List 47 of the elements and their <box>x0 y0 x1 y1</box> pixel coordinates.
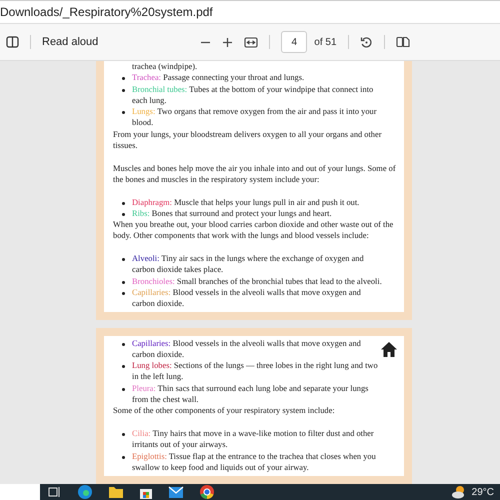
paragraph: Some of the other components of your respiratory system include: <box>113 405 336 417</box>
bullet-icon <box>122 365 125 368</box>
bullet-icon <box>122 432 125 436</box>
bullet-icon <box>122 111 125 114</box>
zoom-in-icon[interactable] <box>222 36 234 48</box>
paragraph: When you breathe out, your blood carries carbon dioxide and other waste out of the body. Other components that work with the lungs and blood vessels include: <box>113 219 394 242</box>
list-item-text: Diaphragm: Muscle that helps your lungs pull in air and push it out. <box>132 196 360 208</box>
list-item-text: Lungs: Two organs that remove oxygen from the air and pass it into your blood. <box>132 106 378 129</box>
list-item-text: Ribs: Bones that surround and protect your lungs and heart. <box>132 208 333 220</box>
address-url[interactable]: Downloads/_Respiratory%20system.pdf <box>0 5 213 19</box>
task-view-icon[interactable] <box>48 485 62 499</box>
list-item-text: Cilia: Tiny hairs that move in a wave-like motion to filter dust and other irritants out of your airways. <box>132 428 375 450</box>
mail-icon[interactable] <box>168 486 184 498</box>
list-item-text: Epiglottis: Tissue flap at the entrance to the trachea that closes when you swallow to keep food and liquids out of your airway. <box>132 450 377 474</box>
list-item-text: Capillaries: Blood vessels in the alveoli walls that move oxygen and carbon dioxide. <box>132 338 362 360</box>
bullet-icon <box>122 202 125 205</box>
bullet-icon <box>122 388 125 391</box>
page-view-icon[interactable] <box>396 36 410 48</box>
rotate-icon[interactable] <box>360 36 373 48</box>
bullet-icon <box>122 456 125 458</box>
list-item-text: Pleura: Thin sacs that surround each lung lobe and separate your lungs from the chest wall. <box>132 382 370 406</box>
list-item-text: Lung lobes: Sections of the lungs — three lobes in the right lung and two in the left lung. <box>132 360 379 383</box>
bullet-icon <box>122 292 125 295</box>
bullet-icon <box>122 77 125 80</box>
bullet-icon <box>122 280 125 284</box>
paragraph: Muscles and bones help move the air you inhale into and out of your lungs. Some of the bones and muscles in the respiratory system include your: <box>113 162 396 186</box>
list-item-text: Alveoli: Tiny air sacs in the lungs where the exchange of oxygen and carbon dioxide takes place. <box>132 253 365 276</box>
bullet-icon <box>122 212 125 216</box>
sidebar-icon[interactable] <box>6 36 19 48</box>
weather-icon[interactable] <box>450 484 467 500</box>
fit-width-icon[interactable] <box>244 36 258 48</box>
list-item-text: Bronchial tubes: Tubes at the bottom of your windpipe that connect into each lung. <box>132 84 374 106</box>
list-item-text: Trachea: Passage connecting your throat and lungs. <box>132 72 306 84</box>
page-number-field[interactable]: 4 <box>281 31 308 53</box>
bullet-icon <box>122 88 125 92</box>
list-item-text: Capillaries: Blood vessels in the alveoli walls that move oxygen and carbon dioxide. <box>132 286 362 310</box>
home-icon[interactable] <box>380 340 398 358</box>
chrome-icon[interactable] <box>199 484 215 500</box>
bullet-icon <box>122 258 125 262</box>
paragraph: From your lungs, your bloodstream delivers oxygen to all your organs and other tissues. <box>113 128 382 152</box>
browser-icon[interactable] <box>77 484 93 500</box>
read-aloud-button[interactable]: Read aloud <box>42 34 98 50</box>
temperature[interactable]: 29°C <box>472 486 500 498</box>
list-item-text: Bronchioles: Small branches of the bronchial tubes that lead to the alveoli. <box>132 276 383 287</box>
list-item-text: trachea (windpipe). <box>131 61 198 72</box>
page-count: of 51 <box>314 36 337 48</box>
bullet-icon <box>122 342 125 346</box>
